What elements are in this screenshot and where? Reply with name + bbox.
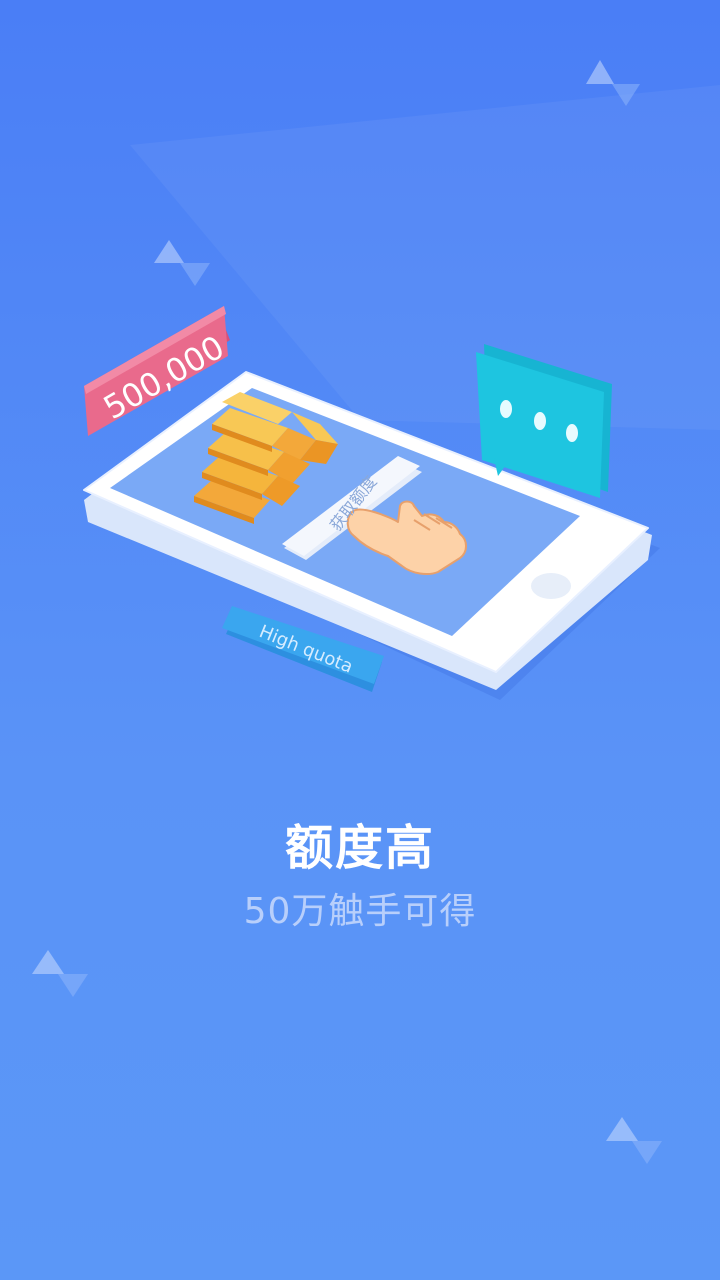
onboarding-subtitle: 50万触手可得: [243, 891, 477, 932]
home-button: [531, 573, 571, 599]
triangle-decor-bottom-right: [606, 1117, 662, 1164]
triangle-decor-bottom-left: [32, 950, 88, 997]
phone-illustration: 500,000 获取额度 High quota: [83, 306, 660, 700]
onboarding-title: 额度高: [284, 820, 435, 876]
